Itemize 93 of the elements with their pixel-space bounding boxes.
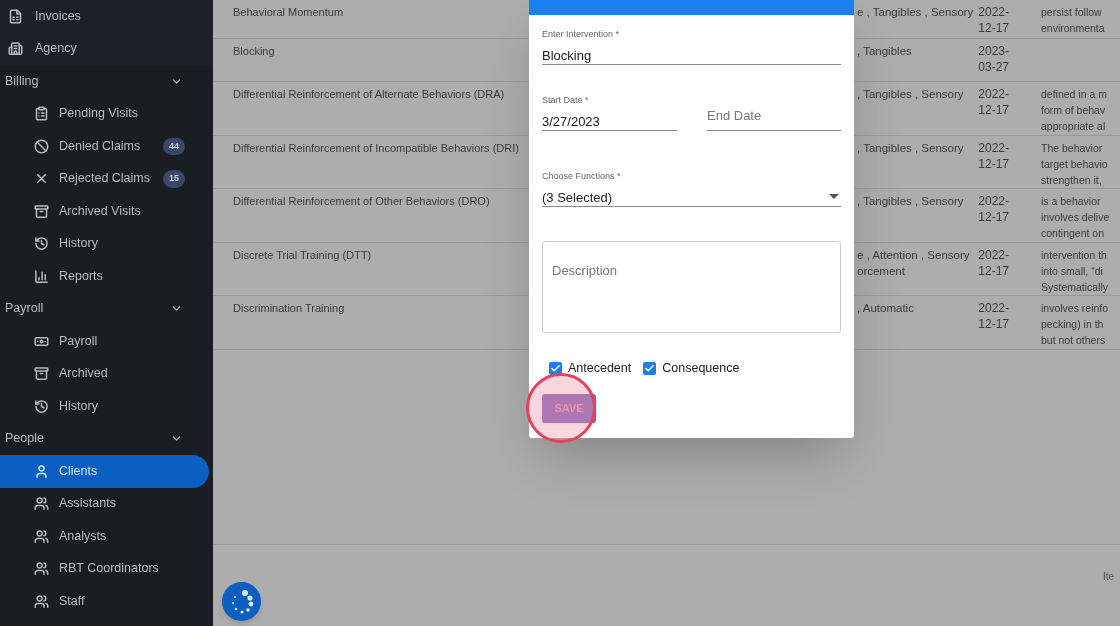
checkbox-label: Consequence	[662, 360, 740, 377]
people-icon	[34, 593, 49, 609]
table-cell-text: Systematically	[1041, 279, 1110, 295]
table-cell: 12-17	[978, 155, 1009, 172]
sidebar-item[interactable]: History	[0, 390, 209, 423]
users-icon	[34, 496, 49, 512]
table-cell-text: pecking) in th	[1041, 317, 1105, 332]
sidebar-section-header[interactable]: People	[0, 422, 213, 455]
sidebar-item[interactable]: Denied Claims 44	[0, 130, 209, 163]
table-cell-text: environmenta	[1041, 21, 1106, 36]
description-field[interactable]: Description	[542, 241, 841, 333]
table-cell-text: , Automatic	[857, 301, 914, 316]
end-date-field[interactable]: End Date	[707, 94, 841, 131]
table-cell-text: orcement	[857, 263, 905, 279]
table-cell-text: intervention th	[1041, 247, 1108, 263]
sidebar-item[interactable]: Reports	[0, 260, 209, 293]
start-date-field[interactable]: Start Date * 3/27/2023	[542, 94, 677, 131]
table-cell: 12-17	[978, 316, 1009, 332]
clipboard-icon	[34, 106, 49, 122]
dropdown-caret-icon	[829, 194, 839, 201]
history-icon	[34, 398, 49, 414]
table-cell: 12-17	[978, 20, 1009, 36]
sidebar-item[interactable]: Payroll	[0, 325, 209, 358]
table-cell-text: target behavio	[1041, 156, 1109, 172]
table-cell: Differential Reinforcement of Other Behaviors (DRO)	[233, 195, 490, 207]
floating-action-button[interactable]	[222, 582, 261, 621]
table-cell: 03-27	[978, 59, 1009, 75]
table-cell-text: persist follow	[1041, 5, 1103, 20]
history-icon	[34, 236, 49, 252]
table-cell: 2023-	[978, 43, 1009, 59]
table-cell-text: e , Tangibles , Sensory	[857, 5, 974, 20]
count-badge: 44	[163, 137, 185, 155]
table-cell: 2022-	[978, 4, 1009, 20]
table-cell: 2022-	[978, 246, 1009, 263]
table-cell-text: is a behavior	[1041, 194, 1102, 209]
users-icon	[34, 528, 49, 544]
table-cell-text: defined in a m	[1041, 87, 1108, 102]
table-cell-text: form of behav	[1041, 103, 1107, 118]
sidebar-item[interactable]: Assistants	[0, 487, 209, 520]
table-cell: 12-17	[978, 262, 1009, 279]
archive-icon	[34, 203, 49, 219]
sidebar-section-header[interactable]: Billing	[0, 65, 213, 98]
archive-icon	[34, 366, 49, 382]
ban-icon	[34, 138, 49, 154]
table-cell-text: but not others	[1041, 333, 1107, 348]
checkbox-label: Antecedent	[568, 360, 632, 377]
sidebar-item[interactable]: Invoices	[0, 0, 213, 33]
pagination-label: Ite	[1102, 570, 1114, 584]
sidebar-item[interactable]: RBT Coordinators	[0, 552, 209, 585]
sidebar-section-header[interactable]: Payroll	[0, 292, 213, 325]
checkbox[interactable]	[549, 361, 562, 375]
sidebar-item[interactable]: Agency	[0, 32, 213, 65]
bar-chart-icon	[34, 268, 49, 284]
table-cell: 2022-	[978, 139, 1009, 156]
sidebar-item[interactable]: Archived	[0, 357, 209, 390]
sidebar-item[interactable]: Clients	[0, 455, 209, 488]
table-cell-text: , Tangibles , Sensory	[857, 87, 964, 102]
table-cell-text: involves delive	[1041, 210, 1111, 225]
checkbox[interactable]	[643, 361, 657, 375]
table-cell: 2022-	[978, 193, 1009, 209]
users-icon	[34, 561, 49, 577]
table-cell-text: e , Attention , Sensory	[857, 247, 970, 263]
sidebar-item[interactable]: Staff	[0, 585, 209, 618]
table-cell: 12-17	[978, 102, 1009, 118]
functions-select[interactable]: Choose Functions * (3 Selected)	[542, 170, 841, 207]
table-cell-text: appropriate al	[1041, 119, 1107, 134]
sidebar-item[interactable]: Archived Visits	[0, 195, 209, 228]
count-badge: 15	[163, 170, 185, 188]
building-icon	[8, 41, 23, 57]
sidebar-item[interactable]: Pending Visits	[0, 97, 209, 130]
table-cell-text: , Tangibles , Sensory	[857, 140, 964, 156]
table-cell-text: , Tangibles	[857, 44, 912, 59]
table-cell: Differential Reinforcement of Alternate Behaviors (DRA)	[233, 88, 505, 100]
table-cell-text: strengthen it,	[1041, 172, 1103, 188]
table-cell-text: into small, “di	[1041, 263, 1104, 279]
table-cell: Differential Reinforcement of Incompatible Behaviors (DRI)	[233, 141, 519, 154]
table-cell: 12-17	[978, 209, 1009, 225]
table-cell: Discrete Trial Training (DTT)	[233, 248, 372, 261]
sidebar-item[interactable]: Rejected Claims 15	[0, 162, 209, 195]
sidebar-item[interactable]: Analysts	[0, 520, 209, 553]
table-cell: Discrimination Training	[233, 302, 345, 314]
table-cell: Blocking	[233, 45, 275, 57]
user-icon	[34, 463, 49, 479]
table-cell-text: involves reinfo	[1041, 301, 1110, 316]
table-cell-text: , Tangibles , Sensory	[857, 194, 964, 209]
table-cell: 2022-	[978, 300, 1009, 316]
table-cell: 2022-	[978, 86, 1009, 102]
invoice-icon	[8, 8, 23, 24]
table-cell-text: The behavior	[1041, 140, 1104, 156]
sidebar-item[interactable]: History	[0, 227, 209, 260]
intervention-field[interactable]: Enter Intervention * Blocking	[542, 28, 841, 65]
table-cell: Behavioral Momentum	[233, 6, 344, 18]
table-cell-text: contingent on	[1041, 226, 1106, 241]
